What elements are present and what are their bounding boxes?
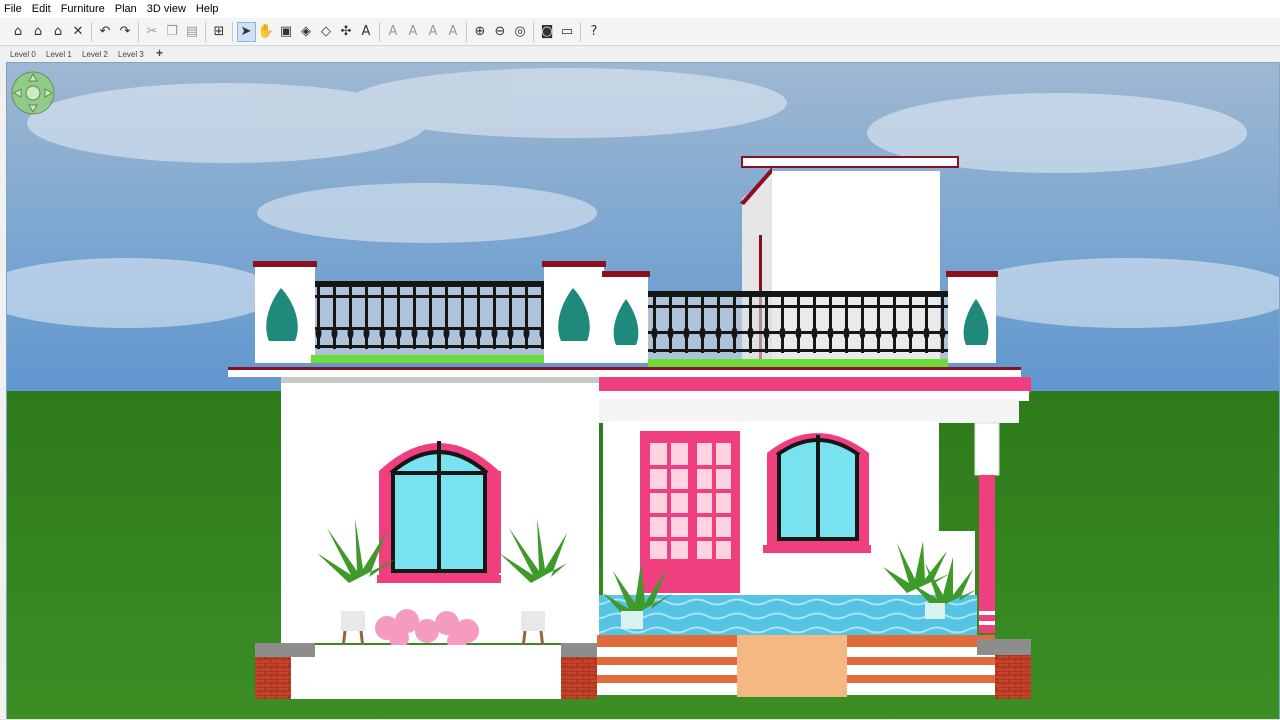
cut-icon[interactable]: ✂	[143, 22, 162, 42]
open-icon[interactable]: ⌂	[29, 22, 48, 42]
create-dimensions-icon[interactable]: ✣	[337, 22, 356, 42]
toolbar: ⌂ ⌂ ⌂ ✕ ↶ ↷ ✂ ❐ ▤ ⊞ ➤ ✋ ▣ ◈ ◇ ✣ A A A A A ⊕ ⊖ ◎ ◙ ▭?	[0, 18, 1280, 46]
toolbar-separator	[205, 21, 206, 42]
toolbar-separator	[138, 21, 139, 42]
level-tab-3[interactable]: Level 3	[118, 50, 144, 59]
left-room	[281, 377, 599, 668]
select-mode-icon[interactable]: ➤	[236, 21, 256, 42]
italic-text-icon[interactable]: A	[444, 22, 463, 42]
zoom-out-icon[interactable]: ⊖	[491, 22, 510, 42]
decrease-text-icon[interactable]: A	[404, 22, 423, 42]
toolbar-separator	[533, 21, 534, 42]
toolbar-separator	[232, 21, 233, 42]
menu-bar: File Edit Furniture Plan 3D view Help	[0, 0, 1280, 18]
level-tab-0[interactable]: Level 0	[10, 50, 36, 59]
menu-help[interactable]: Help	[191, 3, 224, 15]
help-icon[interactable]: ?	[585, 22, 604, 42]
pan-mode-icon[interactable]: ✋	[257, 22, 276, 42]
3d-view[interactable]	[6, 62, 1280, 720]
create-rooms-icon[interactable]: ◈	[297, 22, 316, 42]
new-home-icon[interactable]: ⌂	[9, 22, 28, 42]
house-3d-render[interactable]	[7, 63, 1279, 719]
toolbar-separator	[91, 21, 92, 42]
create-video-icon[interactable]: ▭	[558, 22, 577, 42]
toolbar-separator	[379, 21, 380, 42]
zoom-in-icon[interactable]: ⊕	[471, 22, 490, 42]
create-walls-icon[interactable]: ▣	[277, 22, 296, 42]
level-tab-1[interactable]: Level 1	[46, 50, 72, 59]
aerial-view-icon[interactable]: ◎	[511, 22, 530, 42]
cut-tools-icon[interactable]: ✕	[69, 22, 88, 42]
create-polylines-icon[interactable]: ◇	[317, 22, 336, 42]
increase-text-icon[interactable]: A	[384, 22, 403, 42]
menu-file[interactable]: File	[0, 3, 27, 15]
bold-text-icon[interactable]: A	[424, 22, 443, 42]
copy-icon[interactable]: ❐	[163, 22, 182, 42]
level-tab-2[interactable]: Level 2	[82, 50, 108, 59]
menu-furniture[interactable]: Furniture	[56, 3, 110, 15]
redo-icon[interactable]: ↷	[116, 22, 135, 42]
toolbar-separator	[466, 21, 467, 42]
level-tabs: Level 0 Level 1 Level 2 Level 3 +	[0, 46, 1280, 60]
create-photo-icon[interactable]: ◙	[538, 22, 557, 42]
menu-3d-view[interactable]: 3D view	[142, 3, 191, 15]
menu-edit[interactable]: Edit	[27, 3, 56, 15]
toolbar-separator	[580, 21, 581, 42]
save-icon[interactable]: ⌂	[49, 22, 68, 42]
add-furniture-icon[interactable]: ⊞	[210, 22, 229, 42]
undo-icon[interactable]: ↶	[96, 22, 115, 42]
navigation-widget[interactable]	[11, 71, 55, 115]
add-text-icon[interactable]: A	[357, 22, 376, 42]
add-level-button[interactable]: +	[156, 46, 163, 60]
menu-plan[interactable]: Plan	[110, 3, 142, 15]
paste-icon[interactable]: ▤	[183, 22, 202, 42]
